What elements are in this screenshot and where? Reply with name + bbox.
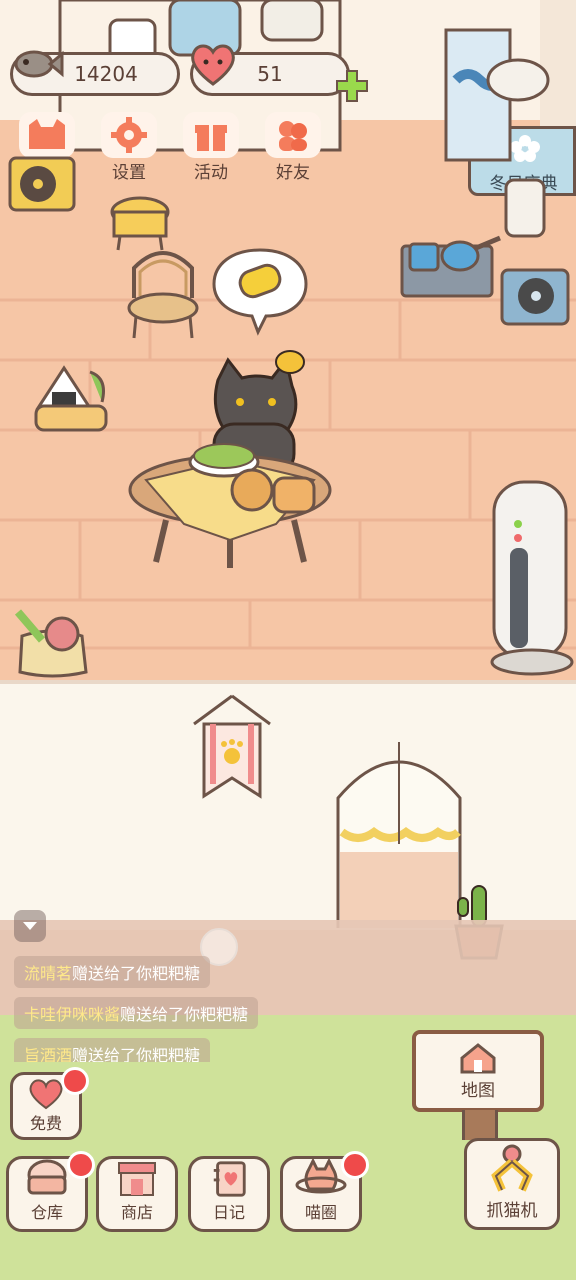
menu-settings-label: 设置 xyxy=(112,163,146,183)
gift-icon xyxy=(183,112,239,158)
claw-icon xyxy=(491,1144,533,1192)
nav-storage[interactable]: 仓库 xyxy=(6,1151,95,1232)
chevron-down-icon xyxy=(23,922,37,930)
arched-window xyxy=(336,742,462,928)
claw-machine-button[interactable]: 抓猫机 xyxy=(464,1138,560,1230)
nav-storage-label: 仓库 xyxy=(30,1203,63,1222)
gift-message-3: 旨酒酒 赠送给了你粑粑糖 xyxy=(14,1038,211,1062)
nav-cat-circle[interactable]: 喵圈 xyxy=(280,1151,369,1232)
gramophone[interactable] xyxy=(500,268,572,328)
gift-text-1: 赠送给了你粑粑糖 xyxy=(72,964,201,983)
map-label: 地图 xyxy=(461,1080,495,1101)
gear-icon xyxy=(101,112,157,158)
game-scene: 14204 51 图鉴 设置 xyxy=(0,0,576,1280)
sign-post xyxy=(462,1110,498,1140)
heart-currency[interactable]: 51 xyxy=(190,44,368,102)
menu-settings[interactable]: 设置 xyxy=(98,112,160,183)
record-player[interactable] xyxy=(8,156,78,214)
heart-count: 51 xyxy=(257,62,283,86)
free-reward-button[interactable]: 免费 xyxy=(10,1067,89,1140)
cat-book-icon xyxy=(19,112,75,158)
nav-shop[interactable]: 商店 xyxy=(96,1156,178,1232)
stove-counter[interactable] xyxy=(400,234,504,300)
gift-sender-2: 卡哇伊咪咪酱 xyxy=(24,1005,121,1024)
window-lamp xyxy=(444,28,550,238)
gift-text-2: 赠送给了你粑粑糖 xyxy=(120,1005,249,1024)
menu-events-label: 活动 xyxy=(194,163,228,183)
shop-icon xyxy=(118,1162,156,1196)
nav-shop-label: 商店 xyxy=(120,1203,153,1222)
house-icon xyxy=(460,1042,496,1073)
fish-icon xyxy=(14,50,64,78)
nav-diary[interactable]: 日记 xyxy=(188,1156,270,1232)
notification-badge xyxy=(61,1067,89,1095)
fish-count: 14204 xyxy=(74,62,138,86)
heart-icon xyxy=(29,1079,63,1110)
diary-icon xyxy=(213,1161,246,1197)
notification-badge xyxy=(341,1151,369,1179)
gift-text-3: 赠送给了你粑粑糖 xyxy=(72,1046,201,1062)
gift-sender-3: 旨酒酒 xyxy=(24,1046,73,1062)
onigiri-basket[interactable] xyxy=(34,362,114,434)
add-hearts-icon[interactable] xyxy=(334,68,370,104)
gift-message-1: 流晴茗 赠送给了你粑粑糖 xyxy=(14,956,211,988)
thought-bubble[interactable] xyxy=(210,246,310,336)
cat-at-table[interactable] xyxy=(126,340,336,570)
paw-pennant xyxy=(193,694,271,799)
menu-friends-label: 好友 xyxy=(276,163,310,183)
air-purifier[interactable] xyxy=(488,478,576,678)
cat-planet-icon xyxy=(295,1159,347,1194)
claw-machine-label: 抓猫机 xyxy=(486,1201,538,1221)
storage-icon xyxy=(27,1159,67,1195)
collapse-feed-button[interactable] xyxy=(14,910,46,942)
vegetable-sack[interactable] xyxy=(12,606,92,680)
nav-cat-circle-label: 喵圈 xyxy=(304,1203,337,1222)
menu-events[interactable]: 活动 xyxy=(180,112,242,183)
nav-diary-label: 日记 xyxy=(212,1203,245,1222)
map-sign[interactable]: 地图 xyxy=(412,1030,544,1112)
fish-currency[interactable]: 14204 xyxy=(10,50,180,96)
notification-badge xyxy=(67,1151,95,1179)
menu-friends[interactable]: 好友 xyxy=(262,112,324,183)
gift-message-2: 卡哇伊咪咪酱 赠送给了你粑粑糖 xyxy=(14,997,259,1029)
heart-icon xyxy=(191,44,235,86)
free-label: 免费 xyxy=(29,1114,62,1133)
gift-sender-1: 流晴茗 xyxy=(24,964,73,983)
wicker-chair[interactable] xyxy=(124,238,202,340)
friends-icon xyxy=(265,112,321,158)
